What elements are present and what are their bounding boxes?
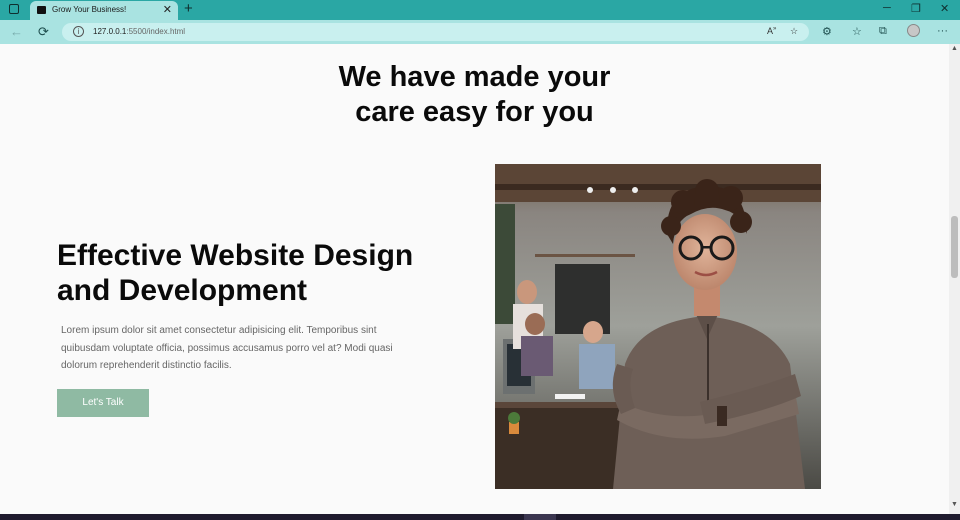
favorite-add-icon[interactable]: ☆ (790, 26, 798, 37)
lets-talk-button[interactable]: Let's Talk (57, 389, 149, 417)
url-text[interactable]: 127.0.0.1:5500/index.html (93, 27, 185, 36)
hero-photo (495, 164, 821, 489)
tab-close-icon[interactable]: ✕ (163, 3, 172, 16)
scroll-up-icon[interactable]: ▲ (951, 45, 958, 52)
section-title-line-1: Effective Website Design (57, 239, 414, 272)
address-bar[interactable]: i 127.0.0.1:5500/index.html A» ☆ (62, 23, 809, 41)
refresh-icon[interactable]: ⟳ (38, 24, 49, 40)
section-description: Lorem ipsum dolor sit amet consectetur a… (61, 325, 393, 371)
tab-title: Grow Your Business! (52, 5, 127, 14)
page-scrollbar[interactable]: ▲ ▼ (949, 44, 960, 514)
heading-line-1: We have made your (338, 61, 611, 93)
heading-line-2: care easy for you (355, 96, 594, 128)
url-host: 127.0.0.1 (93, 27, 127, 36)
new-tab-button[interactable]: + (184, 0, 193, 17)
tab-strip: Grow Your Business! ✕ + ─ ❐ ✕ (0, 0, 960, 20)
tab-actions-icon[interactable] (9, 4, 19, 14)
url-path: :5500/index.html (126, 27, 186, 36)
toolbar: ← ⟳ i 127.0.0.1:5500/index.html A» ☆ ⚙ ☆… (0, 20, 960, 44)
os-taskbar (0, 514, 960, 520)
scroll-down-icon[interactable]: ▼ (951, 501, 958, 508)
more-icon[interactable]: ··· (937, 25, 948, 37)
back-icon[interactable]: ← (10, 24, 23, 39)
restore-button[interactable]: ❐ (911, 2, 921, 15)
read-aloud-icon[interactable]: A» (767, 26, 776, 36)
page-heading: We have made your care easy for you (0, 60, 949, 130)
info-icon[interactable]: i (73, 26, 84, 37)
minimize-button[interactable]: ─ (883, 2, 891, 14)
section-title: Effective Website Design and Development (57, 238, 457, 308)
scrollbar-thumb[interactable] (951, 216, 958, 278)
tab-active[interactable]: Grow Your Business! ✕ (30, 1, 178, 20)
favorites-icon[interactable]: ☆ (852, 25, 862, 38)
taskbar-item[interactable] (524, 514, 556, 520)
hero-photo-illustration (495, 164, 821, 489)
collections-icon[interactable]: ⧉ (879, 25, 887, 38)
close-window-button[interactable]: ✕ (940, 2, 949, 15)
briefcase-icon (37, 6, 46, 14)
extensions-icon[interactable]: ⚙ (822, 25, 832, 38)
section-title-line-2: and Development (57, 274, 308, 307)
profile-icon[interactable] (907, 24, 920, 37)
